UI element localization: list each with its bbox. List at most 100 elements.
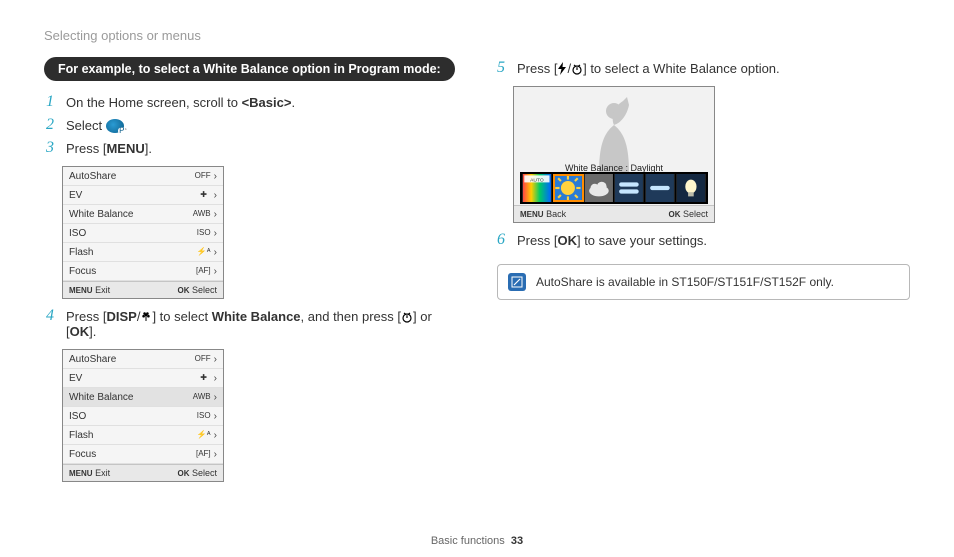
wb-thumb-auto: AUTO: [522, 174, 553, 202]
menu-row-value: ISO›: [197, 228, 217, 239]
menu-row-value: AWB›: [193, 209, 217, 220]
step-number: 1: [46, 93, 54, 111]
menu-row-label: EV: [69, 190, 82, 201]
select-hint: OK Select: [177, 282, 217, 298]
step-text: ].: [89, 324, 96, 339]
menu-row: Focus [AF]›: [63, 262, 223, 281]
step-text: , and then press [: [301, 309, 401, 324]
menu-row: AutoShare OFF›: [63, 167, 223, 186]
menu-row-label: ISO: [69, 411, 86, 422]
self-timer-icon: [401, 309, 413, 324]
menu-row-label: Focus: [69, 449, 96, 460]
preview-bottom-bar: MENU Back OK Select: [514, 205, 714, 222]
menu-row: White Balance AWB›: [63, 205, 223, 224]
menu-row: Focus [AF]›: [63, 445, 223, 464]
self-timer-icon: [571, 61, 583, 76]
step-text: ] to save your settings.: [577, 233, 707, 248]
menu-row-label: AutoShare: [69, 171, 116, 182]
step-text: Press [: [517, 233, 557, 248]
left-column: For example, to select a White Balance o…: [44, 57, 459, 488]
menu-row-label: Flash: [69, 430, 93, 441]
menu-row-label: White Balance: [69, 392, 133, 403]
select-hint: OK Select: [177, 465, 217, 481]
camera-menu-panel-b: AutoShareOFF›EV✚›White BalanceAWB›ISOISO…: [62, 349, 224, 482]
svg-text:AUTO: AUTO: [530, 178, 544, 184]
macro-flower-icon: [140, 309, 152, 324]
step-6: 6 Press [OK] to save your settings.: [497, 229, 910, 252]
program-mode-icon: [106, 119, 124, 133]
menu-row-value: AWB›: [193, 392, 217, 403]
silhouette-icon: [579, 95, 649, 173]
white-balance-thumb-row: AUTO: [520, 172, 708, 204]
ok-button-label: OK: [557, 233, 577, 248]
menu-row: EV ✚›: [63, 369, 223, 388]
menu-row-value: ISO›: [197, 411, 217, 422]
step-number: 6: [497, 231, 505, 249]
menu-row-value: [AF]›: [196, 266, 217, 277]
menu-row-value: ⚡ᴬ›: [197, 247, 217, 258]
note-text: AutoShare is available in ST150F/ST151F/…: [536, 275, 834, 289]
camera-menu-panel-a: AutoShareOFF›EV✚›White BalanceAWB›ISOISO…: [62, 166, 224, 299]
right-column: 5 Press [/] to select a White Balance op…: [495, 57, 910, 488]
menu-row: ISO ISO›: [63, 224, 223, 243]
wb-thumb-cloudy: [584, 174, 615, 202]
exit-hint: MENU Exit: [69, 465, 110, 481]
menu-row-label: ISO: [69, 228, 86, 239]
page-section-heading: Selecting options or menus: [44, 28, 910, 43]
note-icon: [508, 273, 526, 291]
ok-button-label: OK: [70, 324, 90, 339]
menu-row-value: ✚›: [197, 373, 217, 384]
menu-row: EV ✚›: [63, 186, 223, 205]
menu-bottom-bar: MENU Exit OK Select: [63, 281, 223, 298]
menu-row-value: [AF]›: [196, 449, 217, 460]
step-text: Press [: [517, 61, 557, 76]
menu-bottom-bar: MENU Exit OK Select: [63, 464, 223, 481]
step-5: 5 Press [/] to select a White Balance op…: [497, 57, 910, 80]
step-text: ] to select: [152, 309, 211, 324]
step-number: 2: [46, 116, 54, 134]
menu-row-label: EV: [69, 373, 82, 384]
example-heading-pill: For example, to select a White Balance o…: [44, 57, 455, 81]
step-number: 5: [497, 59, 505, 77]
step-bold: White Balance: [212, 309, 301, 324]
wb-thumb-fluorescent-l: [645, 174, 676, 202]
step-3: 3 Press [MENU].: [46, 137, 459, 160]
back-hint: MENU Back: [520, 206, 566, 222]
white-balance-preview: White Balance : Daylight AUTO: [513, 86, 715, 223]
step-text: Select: [66, 118, 102, 133]
step-bold: <Basic>: [242, 95, 292, 110]
menu-row-value: OFF›: [195, 354, 217, 365]
menu-row: AutoShare OFF›: [63, 350, 223, 369]
menu-row-label: AutoShare: [69, 354, 116, 365]
menu-row-value: ⚡ᴬ›: [197, 430, 217, 441]
note-box: AutoShare is available in ST150F/ST151F/…: [497, 264, 910, 300]
step-text-post: ].: [145, 141, 152, 156]
disp-button-label: DISP: [106, 309, 136, 324]
menu-row-label: Focus: [69, 266, 96, 277]
menu-row-value: OFF›: [195, 171, 217, 182]
step-text: ] to select a White Balance option.: [583, 61, 780, 76]
wb-thumb-fluorescent-h: [614, 174, 645, 202]
menu-row: Flash ⚡ᴬ›: [63, 426, 223, 445]
wb-thumb-daylight: [553, 174, 584, 202]
wb-thumb-tungsten: [676, 174, 706, 202]
step-text: Press [: [66, 141, 106, 156]
menu-button-label: MENU: [106, 141, 144, 156]
step-2: 2 Select .: [46, 114, 459, 137]
step-text: Press [: [66, 309, 106, 324]
exit-hint: MENU Exit: [69, 282, 110, 298]
flash-icon: [557, 61, 567, 76]
step-number: 3: [46, 139, 54, 157]
menu-row: Flash ⚡ᴬ›: [63, 243, 223, 262]
select-hint: OK Select: [668, 206, 708, 222]
step-text: On the Home screen, scroll to: [66, 95, 242, 110]
step-1: 1 On the Home screen, scroll to <Basic>.: [46, 91, 459, 114]
footer-section: Basic functions: [431, 535, 505, 547]
step-text-post: .: [291, 95, 295, 110]
menu-row-value: ✚›: [197, 190, 217, 201]
step-number: 4: [46, 307, 54, 325]
menu-row: ISO ISO›: [63, 407, 223, 426]
menu-row-label: White Balance: [69, 209, 133, 220]
menu-row-label: Flash: [69, 247, 93, 258]
menu-row: White Balance AWB›: [63, 388, 223, 407]
